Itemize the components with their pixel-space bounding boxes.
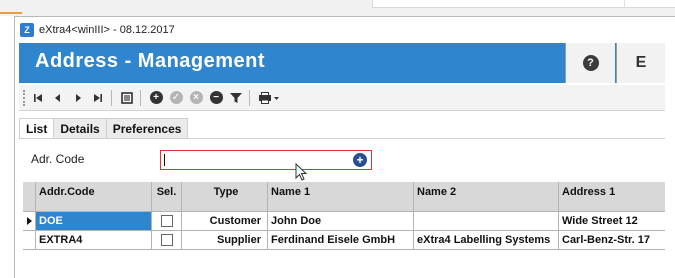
- tab-details[interactable]: Details: [53, 118, 107, 138]
- remove-icon[interactable]: −: [207, 89, 225, 107]
- filter-icon[interactable]: [227, 89, 245, 107]
- window-titlebar[interactable]: Z eXtra4<winIII> - 08.12.2017: [15, 17, 665, 43]
- column-header-addr-code[interactable]: Addr.Code: [36, 182, 152, 212]
- row-indicator: [23, 231, 36, 250]
- last-record-icon[interactable]: [89, 89, 107, 107]
- cell-address-1[interactable]: Wide Street 12: [559, 212, 665, 231]
- cell-name-2[interactable]: eXtra4 Labelling Systems: [414, 231, 559, 250]
- cell-sel[interactable]: [152, 231, 182, 250]
- tab-divider: [19, 138, 665, 139]
- toolbar-separator: [140, 89, 141, 106]
- cell-addr-code[interactable]: EXTRA4: [36, 231, 152, 250]
- help-icon: ?: [582, 55, 599, 71]
- cell-sel[interactable]: [152, 212, 182, 231]
- toolbar-separator: [111, 89, 112, 106]
- window-title: eXtra4<winIII> - 08.12.2017: [39, 24, 175, 36]
- cell-name-2[interactable]: [414, 212, 559, 231]
- column-header-address-1[interactable]: Address 1: [559, 182, 665, 212]
- add-address-button[interactable]: +: [353, 153, 367, 167]
- current-row-indicator-icon: [23, 212, 36, 231]
- tab-preferences-label: Preferences: [112, 121, 182, 136]
- cell-name-1[interactable]: Ferdinand Eisele GmbH: [268, 231, 414, 250]
- app-icon: Z: [20, 23, 34, 37]
- row-indicator-header: [23, 182, 36, 212]
- previous-record-icon[interactable]: [49, 89, 67, 107]
- cell-addr-code[interactable]: DOE: [36, 212, 152, 231]
- cell-type[interactable]: Supplier: [182, 231, 268, 250]
- first-record-icon[interactable]: [29, 89, 47, 107]
- background-window-edge: [372, 0, 675, 8]
- column-header-sel[interactable]: Sel.: [152, 182, 182, 212]
- grid-header-row: Addr.Code Sel. Type Name 1 Name 2 Addres…: [23, 182, 665, 212]
- toolbar-separator: [249, 89, 250, 106]
- app-window: Z eXtra4<winIII> - 08.12.2017 Address - …: [14, 16, 675, 278]
- address-grid: Addr.Code Sel. Type Name 1 Name 2 Addres…: [23, 182, 665, 250]
- tab-list[interactable]: List: [19, 118, 55, 139]
- column-header-name-2[interactable]: Name 2: [414, 182, 559, 212]
- print-icon[interactable]: [256, 89, 282, 107]
- adr-code-input[interactable]: +: [160, 150, 372, 170]
- toolbar-grip[interactable]: [23, 89, 27, 106]
- select-checkbox[interactable]: [160, 215, 173, 227]
- table-row[interactable]: EXTRA4 Supplier Ferdinand Eisele GmbH eX…: [23, 231, 665, 250]
- column-header-name-1[interactable]: Name 1: [268, 182, 414, 212]
- table-row[interactable]: DOE Customer John Doe Wide Street 12: [23, 212, 665, 231]
- add-icon[interactable]: +: [147, 89, 165, 107]
- cell-address-1[interactable]: Carl-Benz-Str. 17: [559, 231, 665, 250]
- tab-preferences[interactable]: Preferences: [105, 118, 189, 138]
- select-checkbox[interactable]: [160, 234, 173, 246]
- exit-button[interactable]: E: [616, 43, 665, 83]
- toolbar: + ✓ × −: [19, 85, 665, 111]
- next-record-icon[interactable]: [69, 89, 87, 107]
- tab-bar: List Details Preferences: [19, 118, 189, 139]
- background-accent-line: [0, 12, 22, 14]
- column-header-type[interactable]: Type: [182, 182, 268, 212]
- mouse-cursor-icon: [295, 163, 308, 181]
- cell-type[interactable]: Customer: [182, 212, 268, 231]
- background-divider: [624, 0, 625, 8]
- adr-code-label: Adr. Code: [31, 152, 85, 166]
- page-header: Address - Management ? E: [19, 43, 665, 83]
- text-caret: [164, 154, 165, 166]
- confirm-icon[interactable]: ✓: [167, 89, 185, 107]
- cell-name-1[interactable]: John Doe: [268, 212, 414, 231]
- page-title: Address - Management: [35, 50, 266, 72]
- grid-view-icon[interactable]: [118, 89, 136, 107]
- cancel-icon[interactable]: ×: [187, 89, 205, 107]
- help-button[interactable]: ?: [565, 43, 615, 83]
